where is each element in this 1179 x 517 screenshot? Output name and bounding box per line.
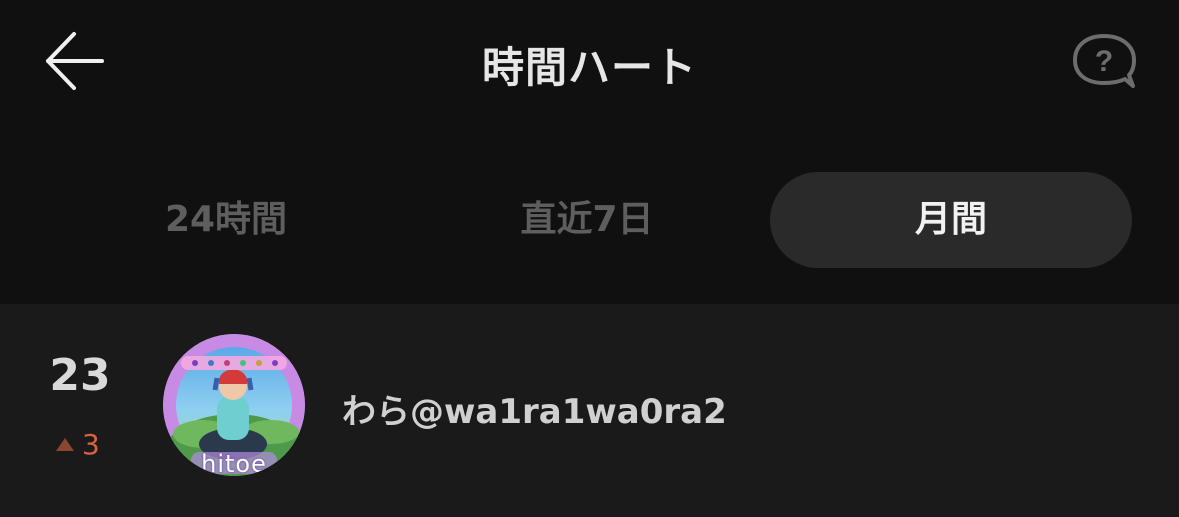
- question-speech-bubble-icon: ?: [1073, 34, 1136, 88]
- header: 時間ハート ?: [0, 0, 1179, 124]
- rank-change: 3: [56, 428, 116, 462]
- tab-monthly[interactable]: 月間: [770, 172, 1132, 268]
- page-title: 時間ハート: [481, 43, 697, 92]
- avatar-label: hitoe: [201, 450, 267, 476]
- period-tabs: 24時間 直近7日 月間: [46, 172, 1132, 268]
- heart-ranking-screen: 時間ハート ? 24時間 直近7日 月間 23 3 hitoe わら@wa1ra…: [0, 0, 1179, 517]
- tab-last-7-days[interactable]: 直近7日: [406, 172, 768, 268]
- list-item[interactable]: 23 3 hitoe わら@wa1ra1wa0ra2: [0, 304, 1179, 517]
- help-button[interactable]: ?: [1068, 30, 1140, 92]
- rank-number: 23: [49, 350, 111, 401]
- ranking-list: 23 3 hitoe わら@wa1ra1wa0ra2: [0, 304, 1179, 517]
- user-name: わら@wa1ra1wa0ra2: [342, 392, 727, 432]
- tab-24-hours[interactable]: 24時間: [46, 172, 406, 268]
- rank-change-value: 3: [82, 428, 100, 461]
- svg-text:?: ?: [1095, 45, 1113, 78]
- triangle-up-icon: [56, 437, 74, 451]
- avatar[interactable]: hitoe: [163, 334, 305, 476]
